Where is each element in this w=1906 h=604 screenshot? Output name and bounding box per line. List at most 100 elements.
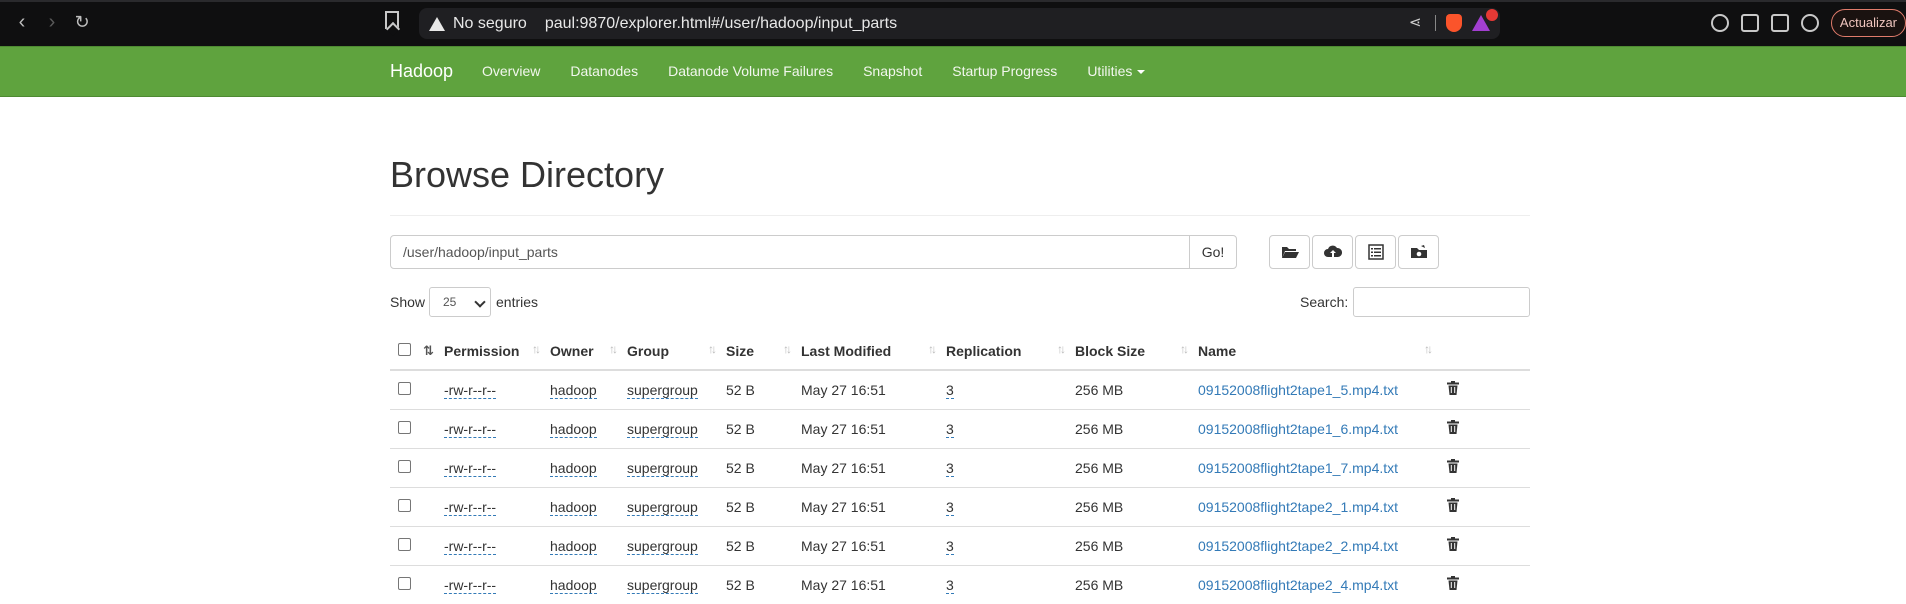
nav-item-datanodes[interactable]: Datanodes bbox=[570, 63, 638, 79]
tab-strip-edge bbox=[0, 0, 1906, 2]
col-block-size[interactable]: Block Size ↑↓ bbox=[1075, 332, 1198, 371]
create-directory-button[interactable] bbox=[1269, 234, 1310, 269]
file-name-link[interactable]: 09152008flight2tape1_6.mp4.txt bbox=[1198, 421, 1398, 437]
wallet-icon[interactable] bbox=[1770, 14, 1789, 32]
modified-cell: May 27 16:51 bbox=[801, 408, 946, 448]
nav-item-volume-failures[interactable]: Datanode Volume Failures bbox=[668, 63, 833, 79]
sidebar-icon[interactable] bbox=[1740, 14, 1759, 32]
permission-link[interactable]: -rw-r--r-- bbox=[444, 381, 497, 399]
group-link[interactable]: supergroup bbox=[627, 459, 698, 477]
permission-link[interactable]: -rw-r--r-- bbox=[444, 420, 497, 438]
trash-icon[interactable] bbox=[1447, 381, 1459, 396]
block-size-cell: 256 MB bbox=[1075, 369, 1198, 409]
sort-icon: ↑↓ bbox=[532, 342, 541, 356]
group-link[interactable]: supergroup bbox=[627, 576, 698, 594]
row-checkbox[interactable] bbox=[398, 420, 411, 434]
permission-link[interactable]: -rw-r--r-- bbox=[444, 459, 497, 477]
permission-cell: -rw-r--r-- bbox=[444, 369, 550, 409]
replication-link[interactable]: 3 bbox=[946, 498, 954, 516]
nav-item-utilities[interactable]: Utilities bbox=[1087, 63, 1145, 79]
owner-link[interactable]: hadoop bbox=[550, 381, 597, 399]
sort-icon: ↑↓ bbox=[1424, 342, 1433, 356]
share-icon[interactable]: ⋖ bbox=[1409, 15, 1425, 31]
trash-icon[interactable] bbox=[1447, 576, 1459, 591]
upload-button[interactable] bbox=[1312, 234, 1353, 269]
sort-icon: ↑↓ bbox=[783, 342, 792, 356]
cut-paste-button[interactable] bbox=[1355, 234, 1396, 269]
index-sort-header[interactable]: ⇅ bbox=[423, 332, 444, 371]
brave-rewards-icon[interactable] bbox=[1472, 9, 1498, 31]
size-cell: 52 B bbox=[726, 486, 801, 526]
warning-icon[interactable] bbox=[429, 16, 445, 31]
back-icon[interactable]: ‹ bbox=[10, 10, 34, 34]
modified-cell: May 27 16:51 bbox=[801, 447, 946, 487]
row-checkbox[interactable] bbox=[398, 576, 411, 590]
owner-link[interactable]: hadoop bbox=[550, 420, 597, 438]
owner-link[interactable]: hadoop bbox=[550, 459, 597, 477]
block-size-cell: 256 MB bbox=[1075, 447, 1198, 487]
col-last-modified[interactable]: Last Modified ↑↓ bbox=[801, 332, 946, 371]
go-button[interactable]: Go! bbox=[1189, 234, 1237, 269]
owner-cell: hadoop bbox=[550, 447, 627, 487]
row-checkbox[interactable] bbox=[398, 459, 411, 473]
address-bar[interactable]: No seguro paul:9870/explorer.html#/user/… bbox=[419, 8, 1500, 39]
owner-link[interactable]: hadoop bbox=[550, 576, 597, 594]
forward-icon[interactable]: › bbox=[40, 10, 64, 34]
col-permission[interactable]: Permission ↑↓ bbox=[444, 332, 550, 371]
owner-link[interactable]: hadoop bbox=[550, 498, 597, 516]
size-cell: 52 B bbox=[726, 408, 801, 448]
select-all-checkbox[interactable] bbox=[398, 342, 411, 356]
permission-link[interactable]: -rw-r--r-- bbox=[444, 537, 497, 555]
owner-link[interactable]: hadoop bbox=[550, 537, 597, 555]
permission-link[interactable]: -rw-r--r-- bbox=[444, 498, 497, 516]
brave-shields-icon[interactable] bbox=[1446, 14, 1462, 32]
snapshot-button[interactable] bbox=[1398, 234, 1439, 269]
list-alt-icon bbox=[1367, 243, 1384, 260]
url-text[interactable]: paul:9870/explorer.html#/user/hadoop/inp… bbox=[545, 15, 897, 33]
replication-link[interactable]: 3 bbox=[946, 537, 954, 555]
file-name-link[interactable]: 09152008flight2tape1_7.mp4.txt bbox=[1198, 460, 1398, 476]
file-name-link[interactable]: 09152008flight2tape1_5.mp4.txt bbox=[1198, 382, 1398, 398]
nav-item-snapshot[interactable]: Snapshot bbox=[863, 63, 922, 79]
file-name-link[interactable]: 09152008flight2tape2_1.mp4.txt bbox=[1198, 499, 1398, 515]
brand-link[interactable]: Hadoop bbox=[390, 61, 453, 82]
replication-link[interactable]: 3 bbox=[946, 381, 954, 399]
col-size[interactable]: Size ↑↓ bbox=[726, 332, 801, 371]
trash-icon[interactable] bbox=[1447, 420, 1459, 434]
trash-icon[interactable] bbox=[1447, 498, 1459, 512]
bookmark-icon[interactable] bbox=[385, 11, 399, 29]
directory-path-input[interactable]: /user/hadoop/input_parts bbox=[390, 234, 1190, 269]
entries-select[interactable]: 25 bbox=[429, 286, 491, 317]
group-link[interactable]: supergroup bbox=[627, 420, 698, 438]
trash-icon[interactable] bbox=[1447, 537, 1459, 551]
file-name-link[interactable]: 09152008flight2tape2_2.mp4.txt bbox=[1198, 538, 1398, 554]
row-checkbox[interactable] bbox=[398, 381, 411, 395]
replication-link[interactable]: 3 bbox=[946, 459, 954, 477]
table-row: -rw-r--r-- hadoop supergroup 52 B May 27 16:… bbox=[390, 447, 1530, 487]
col-name[interactable]: Name ↑↓ bbox=[1198, 332, 1442, 371]
reload-icon[interactable]: ↻ bbox=[70, 10, 94, 34]
nav-item-overview[interactable]: Overview bbox=[482, 63, 540, 79]
col-owner[interactable]: Owner ↑↓ bbox=[550, 332, 627, 371]
replication-link[interactable]: 3 bbox=[946, 576, 954, 594]
group-link[interactable]: supergroup bbox=[627, 498, 698, 516]
nav-item-startup-progress[interactable]: Startup Progress bbox=[952, 63, 1057, 79]
extensions-icon[interactable] bbox=[1710, 14, 1729, 32]
trash-icon[interactable] bbox=[1447, 459, 1459, 473]
col-group[interactable]: Group ↑↓ bbox=[627, 332, 726, 371]
group-link[interactable]: supergroup bbox=[627, 537, 698, 555]
path-row: /user/hadoop/input_parts Go! bbox=[390, 234, 1530, 269]
row-checkbox[interactable] bbox=[398, 537, 411, 551]
update-button[interactable]: Actualizar bbox=[1830, 9, 1906, 37]
row-checkbox[interactable] bbox=[398, 498, 411, 512]
security-label[interactable]: No seguro bbox=[453, 15, 527, 33]
cloud-upload-icon bbox=[1323, 245, 1342, 257]
leo-ai-icon[interactable] bbox=[1800, 14, 1819, 32]
search-input[interactable] bbox=[1353, 286, 1530, 317]
name-cell: 09152008flight2tape1_7.mp4.txt bbox=[1198, 447, 1442, 487]
replication-link[interactable]: 3 bbox=[946, 420, 954, 438]
col-replication[interactable]: Replication ↑↓ bbox=[946, 332, 1075, 371]
table-body: -rw-r--r-- hadoop supergroup 52 B May 27 16:… bbox=[390, 369, 1530, 604]
group-link[interactable]: supergroup bbox=[627, 381, 698, 399]
permission-link[interactable]: -rw-r--r-- bbox=[444, 576, 497, 594]
